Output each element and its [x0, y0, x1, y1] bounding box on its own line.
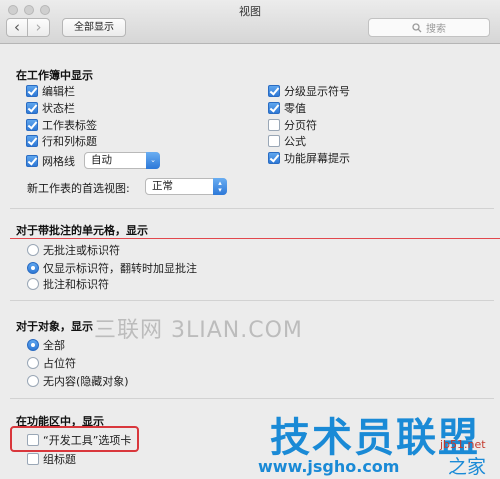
radio-label: 占位符 [43, 357, 76, 370]
checkbox-label: 组标题 [43, 453, 76, 466]
radio-comments-and-indicators[interactable]: 批注和标识符 [27, 276, 109, 292]
watermark-home: 之家 [448, 456, 487, 478]
red-annotation-line [10, 238, 500, 239]
checkbox-label: 网格线 [42, 155, 75, 168]
radio-button[interactable] [27, 339, 39, 351]
radio-no-comments[interactable]: 无批注或标识符 [27, 242, 120, 258]
radio-button[interactable] [27, 262, 39, 274]
checkbox-sheet-tabs[interactable]: 工作表标签 [26, 117, 97, 133]
checkbox-box[interactable] [268, 135, 280, 147]
radio-label: 批注和标识符 [43, 278, 109, 291]
chevron-right-icon: › [35, 18, 42, 36]
checkbox-outline-symbols[interactable]: 分级显示符号 [268, 83, 350, 99]
radio-objects-placeholders[interactable]: 占位符 [27, 355, 76, 371]
checkbox-box[interactable] [26, 102, 38, 114]
radio-button[interactable] [27, 278, 39, 290]
radio-objects-all[interactable]: 全部 [27, 337, 65, 353]
radio-label: 全部 [43, 339, 65, 352]
checkbox-label: 公式 [284, 135, 306, 148]
watermark-3lian: 三联网 3LIAN.COM [94, 318, 303, 343]
checkbox-label: 编辑栏 [42, 85, 75, 98]
checkbox-screentips[interactable]: 功能屏幕提示 [268, 150, 350, 166]
forward-button[interactable]: › [28, 18, 50, 37]
checkbox-zero-values[interactable]: 零值 [268, 100, 306, 116]
divider [10, 208, 494, 209]
checkbox-label: 功能屏幕提示 [284, 152, 350, 165]
up-down-arrows-icon: ▴ ▾ [213, 178, 227, 195]
checkbox-box[interactable] [27, 434, 39, 446]
checkbox-label: 分页符 [284, 119, 317, 132]
back-button[interactable]: ‹ [6, 18, 28, 37]
checkbox-box[interactable] [268, 102, 280, 114]
radio-button[interactable] [27, 244, 39, 256]
checkbox-label: 零值 [284, 102, 306, 115]
radio-button[interactable] [27, 357, 39, 369]
comments-section-title: 对于带批注的单元格，显示 [16, 224, 148, 237]
search-field[interactable]: 搜索 [368, 18, 490, 37]
nav-buttons: ‹ › [6, 18, 50, 37]
checkbox-developer-tab[interactable]: “开发工具”选项卡 [27, 432, 131, 448]
chevron-down-icon: ⌄ [146, 152, 160, 169]
checkbox-group-titles[interactable]: 组标题 [27, 451, 76, 467]
checkbox-row-col-headers[interactable]: 行和列标题 [26, 133, 97, 149]
checkbox-label: “开发工具”选项卡 [43, 434, 132, 447]
show-all-button[interactable]: 全部显示 [62, 18, 126, 37]
preferred-view-label: 新工作表的首选视图: [27, 180, 130, 196]
radio-label: 无批注或标识符 [43, 244, 120, 257]
checkbox-label: 行和列标题 [42, 135, 97, 148]
checkbox-page-breaks[interactable]: 分页符 [268, 117, 317, 133]
divider [10, 398, 494, 399]
preferred-view-text: 新工作表的首选视图: [27, 182, 130, 195]
checkbox-box[interactable] [26, 155, 38, 167]
window-title: 视图 [239, 5, 261, 18]
preferred-view-value: 正常 [152, 180, 173, 192]
checkbox-box[interactable] [268, 152, 280, 164]
checkbox-gridlines[interactable]: 网格线 [26, 153, 75, 169]
checkbox-box[interactable] [26, 85, 38, 97]
radio-objects-hidden[interactable]: 无内容(隐藏对象) [27, 373, 129, 389]
divider [10, 300, 494, 301]
watermark-jsgho-url: www.jsgho.com [258, 457, 400, 476]
checkbox-box[interactable] [27, 453, 39, 465]
title-bar: 视图 ‹ › 全部显示 搜索 [0, 0, 500, 44]
chevron-left-icon: ‹ [14, 18, 20, 36]
checkbox-box[interactable] [268, 85, 280, 97]
radio-label: 无内容(隐藏对象) [43, 375, 129, 388]
checkbox-box[interactable] [26, 119, 38, 131]
search-placeholder: 搜索 [426, 24, 446, 35]
watermark-jb51: jb51.net [440, 438, 486, 451]
gridline-color-value: 自动 [91, 154, 112, 166]
search-icon [412, 22, 422, 32]
radio-button[interactable] [27, 375, 39, 387]
radio-label: 仅显示标识符，翻转时加显批注 [43, 262, 197, 275]
checkbox-label: 工作表标签 [42, 119, 97, 132]
gridline-color-popup[interactable]: 自动 ⌄ [84, 152, 160, 169]
checkbox-label: 分级显示符号 [284, 85, 350, 98]
checkbox-status-bar[interactable]: 状态栏 [26, 100, 75, 116]
objects-section-title: 对于对象，显示 [16, 320, 93, 333]
radio-indicators-only[interactable]: 仅显示标识符，翻转时加显批注 [27, 260, 197, 276]
checkbox-box[interactable] [26, 135, 38, 147]
checkbox-formula-bar[interactable]: 编辑栏 [26, 83, 75, 99]
checkbox-formulas[interactable]: 公式 [268, 133, 306, 149]
preferred-view-popup[interactable]: 正常 ▴ ▾ [145, 178, 227, 195]
workbook-section-title: 在工作簿中显示 [16, 69, 93, 82]
checkbox-box[interactable] [268, 119, 280, 131]
checkbox-label: 状态栏 [42, 102, 75, 115]
